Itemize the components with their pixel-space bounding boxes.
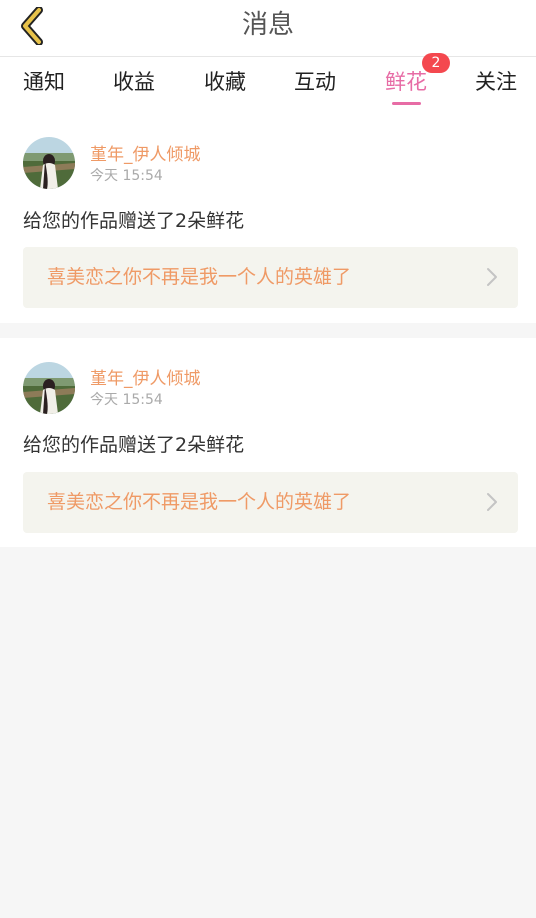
message-text: 给您的作品赠送了2朵鲜花 [23, 434, 245, 456]
tab-flowers[interactable]: 鲜花 [385, 67, 427, 97]
avatar[interactable] [23, 362, 75, 414]
message-card: 堇年_伊人倾城 今天 15:54 给您的作品赠送了2朵鲜花 喜美恋之你不再是我一… [0, 114, 536, 323]
tab-notifications[interactable]: 通知 [23, 67, 65, 97]
message-text: 给您的作品赠送了2朵鲜花 [23, 210, 245, 232]
work-title: 喜美恋之你不再是我一个人的英雄了 [47, 266, 352, 288]
message-card: 堇年_伊人倾城 今天 15:54 给您的作品赠送了2朵鲜花 喜美恋之你不再是我一… [0, 338, 536, 547]
chevron-right-icon [487, 268, 497, 286]
message-time: 今天 15:54 [90, 392, 163, 408]
work-link[interactable]: 喜美恋之你不再是我一个人的英雄了 [23, 247, 518, 308]
tab-interactions[interactable]: 互动 [294, 67, 336, 97]
top-bar: 消息 [0, 0, 536, 57]
sender-username[interactable]: 堇年_伊人倾城 [90, 364, 201, 389]
tab-following[interactable]: 关注 [475, 67, 517, 97]
tab-favorites[interactable]: 收藏 [204, 67, 246, 97]
flowers-count-badge: 2 [422, 53, 450, 73]
tab-bar: 通知 收益 收藏 互动 鲜花 关注 2 [0, 53, 536, 114]
chevron-right-icon [487, 493, 497, 511]
tab-earnings[interactable]: 收益 [113, 67, 155, 97]
sender-username[interactable]: 堇年_伊人倾城 [90, 140, 201, 165]
page-title: 消息 [241, 10, 294, 40]
message-time: 今天 15:54 [90, 168, 163, 184]
active-tab-indicator [392, 102, 421, 105]
work-link[interactable]: 喜美恋之你不再是我一个人的英雄了 [23, 472, 518, 533]
avatar[interactable] [23, 137, 75, 189]
work-title: 喜美恋之你不再是我一个人的英雄了 [47, 491, 352, 513]
